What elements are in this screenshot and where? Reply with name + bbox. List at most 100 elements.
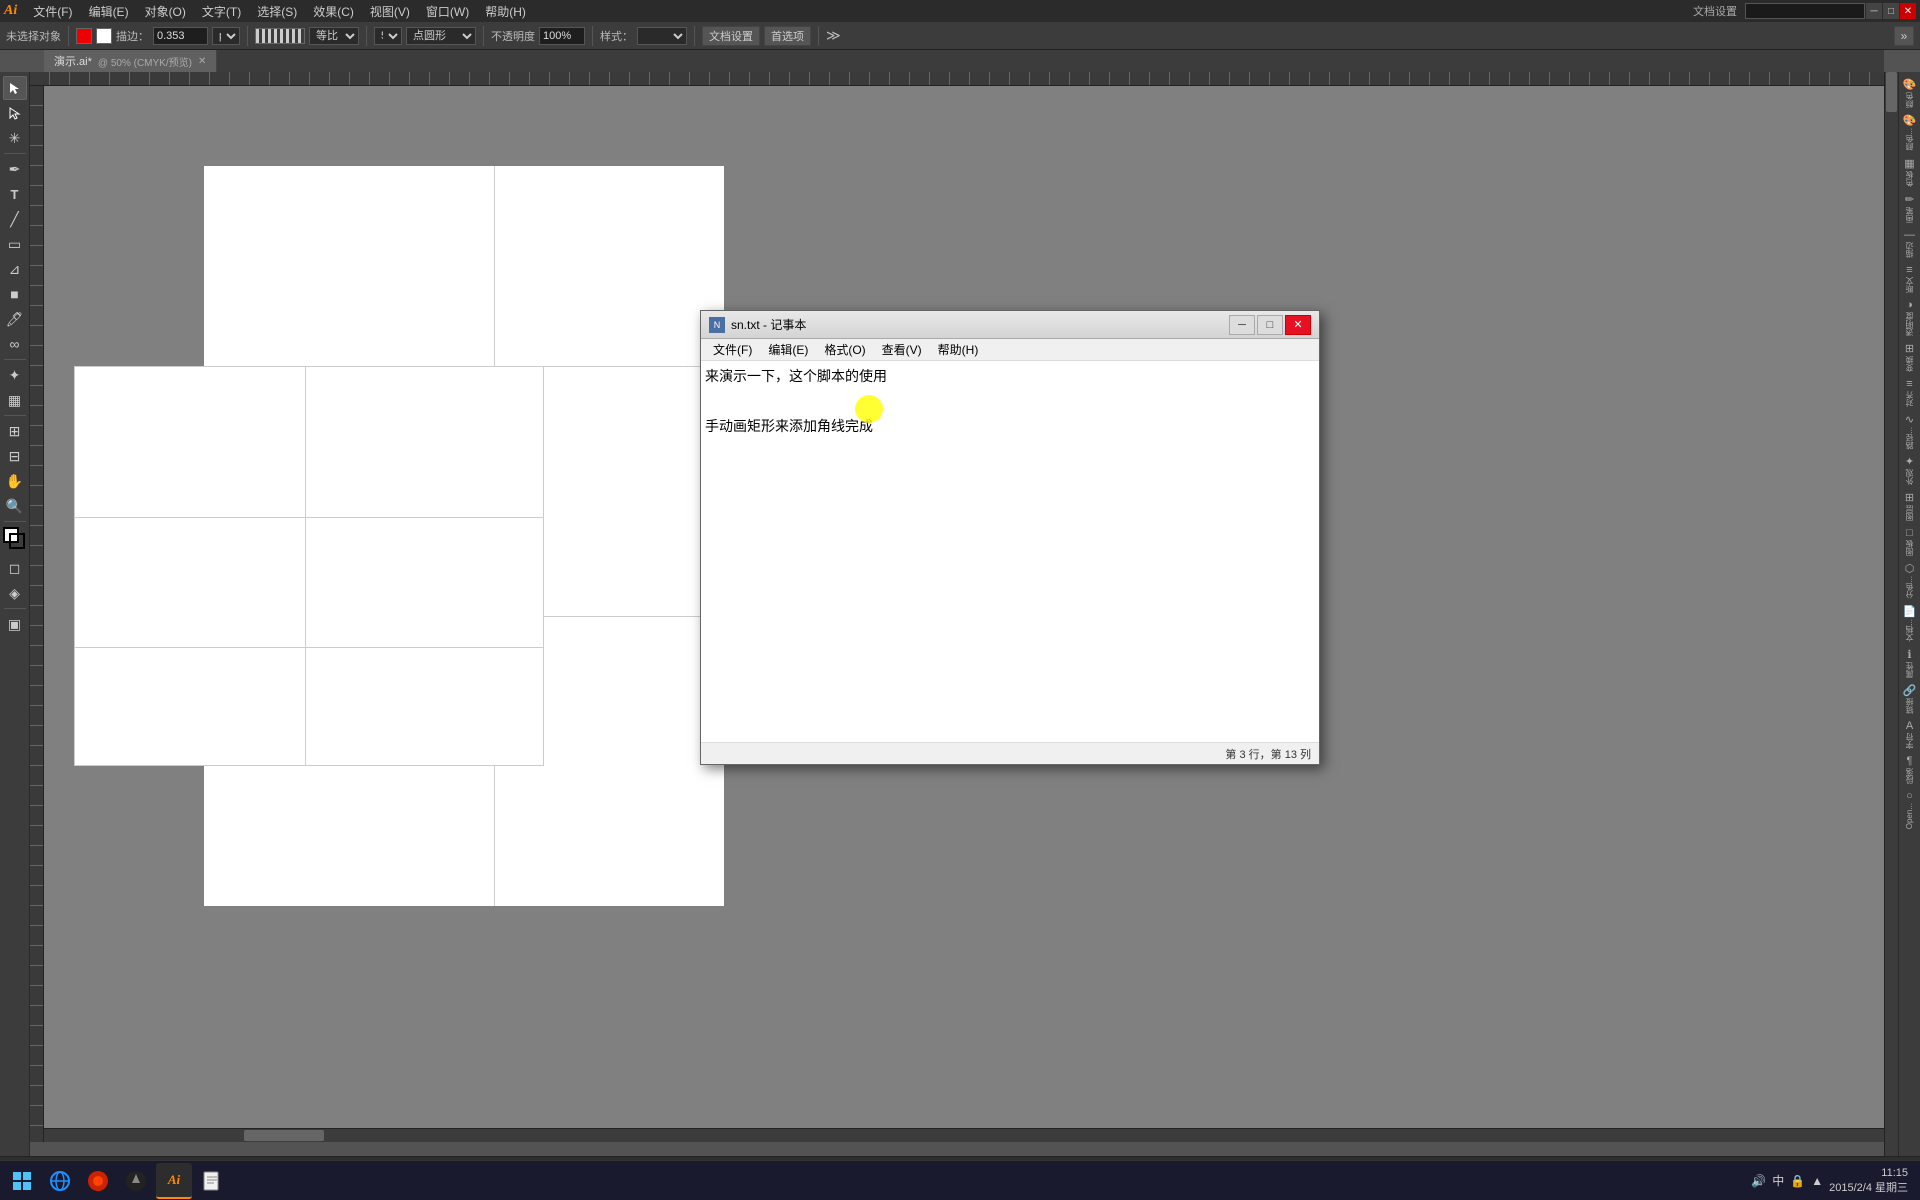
notepad-menu-file[interactable]: 文件(F) [705, 339, 760, 360]
doc-tab-info: @ 50% (CMYK/预览) [98, 54, 192, 69]
panel-stroke[interactable]: — 描边 [1901, 227, 1919, 260]
tool-line[interactable]: ╱ [3, 207, 27, 231]
doc-tab-close[interactable]: ✕ [198, 56, 206, 67]
tool-column-graph[interactable]: ▦ [3, 388, 27, 412]
menu-select[interactable]: 选择(S) [249, 1, 305, 22]
tool-blend[interactable]: ∞ [3, 332, 27, 356]
sys-tray-network[interactable]: ▲ [1811, 1174, 1823, 1188]
menu-type[interactable]: 文字(T) [194, 1, 249, 22]
tool-pen[interactable]: ✒ [3, 157, 27, 181]
panel-pathfinder[interactable]: ∿ 路径... [1901, 411, 1919, 452]
panel-transparency[interactable]: ◑ 透明度 [1901, 297, 1919, 338]
panel-character[interactable]: A 字符 [1901, 718, 1919, 751]
menu-view[interactable]: 视图(V) [362, 1, 418, 22]
notepad-close-button[interactable]: ✕ [1285, 315, 1311, 335]
start-button[interactable] [4, 1163, 40, 1199]
extra-icon: ≫ [826, 27, 841, 44]
panel-brushes[interactable]: ✏ 画笔 [1901, 191, 1919, 225]
tool-mode-normal[interactable]: ◻ [3, 556, 27, 580]
stroke-value-input[interactable] [153, 27, 208, 45]
transform-icon: ⊞ [1905, 342, 1914, 355]
tool-symbol-sprayer[interactable]: ✦ [3, 363, 27, 387]
panel-appearance[interactable]: ✦ 外观 [1901, 453, 1919, 487]
tool-magic-wand[interactable]: ✳ [3, 126, 27, 150]
panel-text[interactable]: ≡ 断文 [1901, 262, 1919, 295]
notepad-maximize-button[interactable]: □ [1257, 315, 1283, 335]
menu-object[interactable]: 对象(O) [137, 1, 194, 22]
search-input[interactable] [1745, 3, 1865, 19]
notepad-menu-format[interactable]: 格式(O) [816, 339, 873, 360]
notepad-minimize-button[interactable]: ─ [1229, 315, 1255, 335]
grid-v-3 [305, 367, 306, 765]
taskbar-ai-icon[interactable]: Ai [156, 1163, 192, 1199]
taskbar-ie-icon[interactable] [42, 1163, 78, 1199]
panel-color2[interactable]: 🎨 颜色... [1901, 112, 1919, 153]
point-type-select[interactable]: 点圆形 [406, 27, 476, 45]
tool-mode-behind[interactable]: ◈ [3, 581, 27, 605]
tool-rect[interactable]: ▭ [3, 232, 27, 256]
taskbar-icon-3[interactable] [118, 1163, 154, 1199]
panel-opentype[interactable]: ○ Open... [1901, 788, 1919, 831]
point-size-select[interactable]: 5 [374, 27, 402, 45]
doc-tab-active[interactable]: 演示.ai* @ 50% (CMYK/预览) ✕ [44, 50, 217, 72]
panel-separations[interactable]: ⬡ 分色... [1901, 560, 1919, 601]
links-icon: 🔗 [1903, 684, 1917, 697]
notepad-menu-view[interactable]: 查看(V) [874, 339, 930, 360]
menu-window[interactable]: 窗口(W) [418, 1, 477, 22]
tool-screen-mode[interactable]: ▣ [3, 612, 27, 636]
tool-type[interactable]: T [3, 182, 27, 206]
panel-links[interactable]: 🔗 链接 [1901, 682, 1919, 716]
prefs-button[interactable]: 首选项 [764, 26, 811, 46]
fill-stroke-selector[interactable] [3, 527, 27, 553]
scrollbar-vertical[interactable] [1884, 72, 1898, 1156]
stroke-style-select[interactable]: 等比 [309, 27, 359, 45]
opacity-input[interactable] [539, 27, 585, 45]
menu-file[interactable]: 文件(F) [25, 1, 80, 22]
panel-swatches[interactable]: ▦ 色板 [1901, 155, 1919, 189]
scroll-thumb-horizontal[interactable] [244, 1130, 324, 1141]
stroke-unit-select[interactable]: pt [212, 27, 240, 45]
menu-edit[interactable]: 编辑(E) [81, 1, 137, 22]
scrollbar-horizontal[interactable] [44, 1128, 1884, 1142]
tool-zoom[interactable]: 🔍 [3, 494, 27, 518]
panel-attributes[interactable]: ℹ 属性 [1901, 646, 1919, 680]
notepad-text-area[interactable]: 来演示一下，这个脚本的使用 手动画矩形来添加角线完成 [701, 361, 1319, 742]
menu-help[interactable]: 帮助(H) [477, 1, 534, 22]
panel-align[interactable]: ≡ 对齐 [1901, 376, 1919, 409]
opentype-icon: ○ [1906, 790, 1913, 802]
tool-hand[interactable]: ✋ [3, 469, 27, 493]
taskbar-icon-2[interactable] [80, 1163, 116, 1199]
stroke-color-red[interactable] [76, 28, 92, 44]
notepad-titlebar[interactable]: N sn.txt - 记事本 ─ □ ✕ [701, 311, 1319, 339]
menu-effect[interactable]: 效果(C) [305, 1, 362, 22]
tool-direct-selection[interactable] [3, 101, 27, 125]
stroke-color-box[interactable] [96, 28, 112, 44]
notepad-menu-help[interactable]: 帮助(H) [930, 339, 987, 360]
sys-tray-ime[interactable]: 中 [1772, 1172, 1784, 1189]
maximize-button[interactable]: □ [1883, 3, 1899, 19]
doc-settings-button[interactable]: 文档设置 [702, 26, 760, 46]
notepad-menu-edit[interactable]: 编辑(E) [760, 339, 816, 360]
notepad-cursor-pos: 第 3 行，第 13 列 [1225, 746, 1311, 762]
tool-artboard[interactable]: ⊞ [3, 419, 27, 443]
taskbar-notepad-icon[interactable] [194, 1163, 230, 1199]
sys-tray-lock[interactable]: 🔒 [1790, 1174, 1805, 1188]
panel-artboards[interactable]: □ 图板 [1901, 525, 1919, 558]
scroll-thumb-vertical[interactable] [1886, 72, 1897, 112]
panel-color[interactable]: 🎨 颜色 [1901, 76, 1919, 110]
tool-gradient[interactable]: ■ [3, 282, 27, 306]
minimize-button[interactable]: ─ [1866, 3, 1882, 19]
tool-slice[interactable]: ⊟ [3, 444, 27, 468]
collapse-panels-icon[interactable]: » [1894, 26, 1914, 46]
grid-h-4 [75, 647, 543, 648]
sys-tray-volume[interactable]: 🔊 [1751, 1174, 1766, 1188]
panel-transform[interactable]: ⊞ 变换 [1901, 340, 1919, 374]
tool-eyedropper[interactable]: 🖊 [3, 307, 27, 331]
panel-paragraph[interactable]: ¶ 段落 [1901, 753, 1919, 786]
tool-paint-bucket[interactable]: ⊿ [3, 257, 27, 281]
close-button[interactable]: ✕ [1900, 3, 1916, 19]
tool-selection[interactable] [3, 76, 27, 100]
panel-layers[interactable]: ⊞ 图层 [1901, 489, 1919, 523]
style-select[interactable] [637, 27, 687, 45]
panel-doc[interactable]: 📄 文档... [1901, 603, 1919, 644]
